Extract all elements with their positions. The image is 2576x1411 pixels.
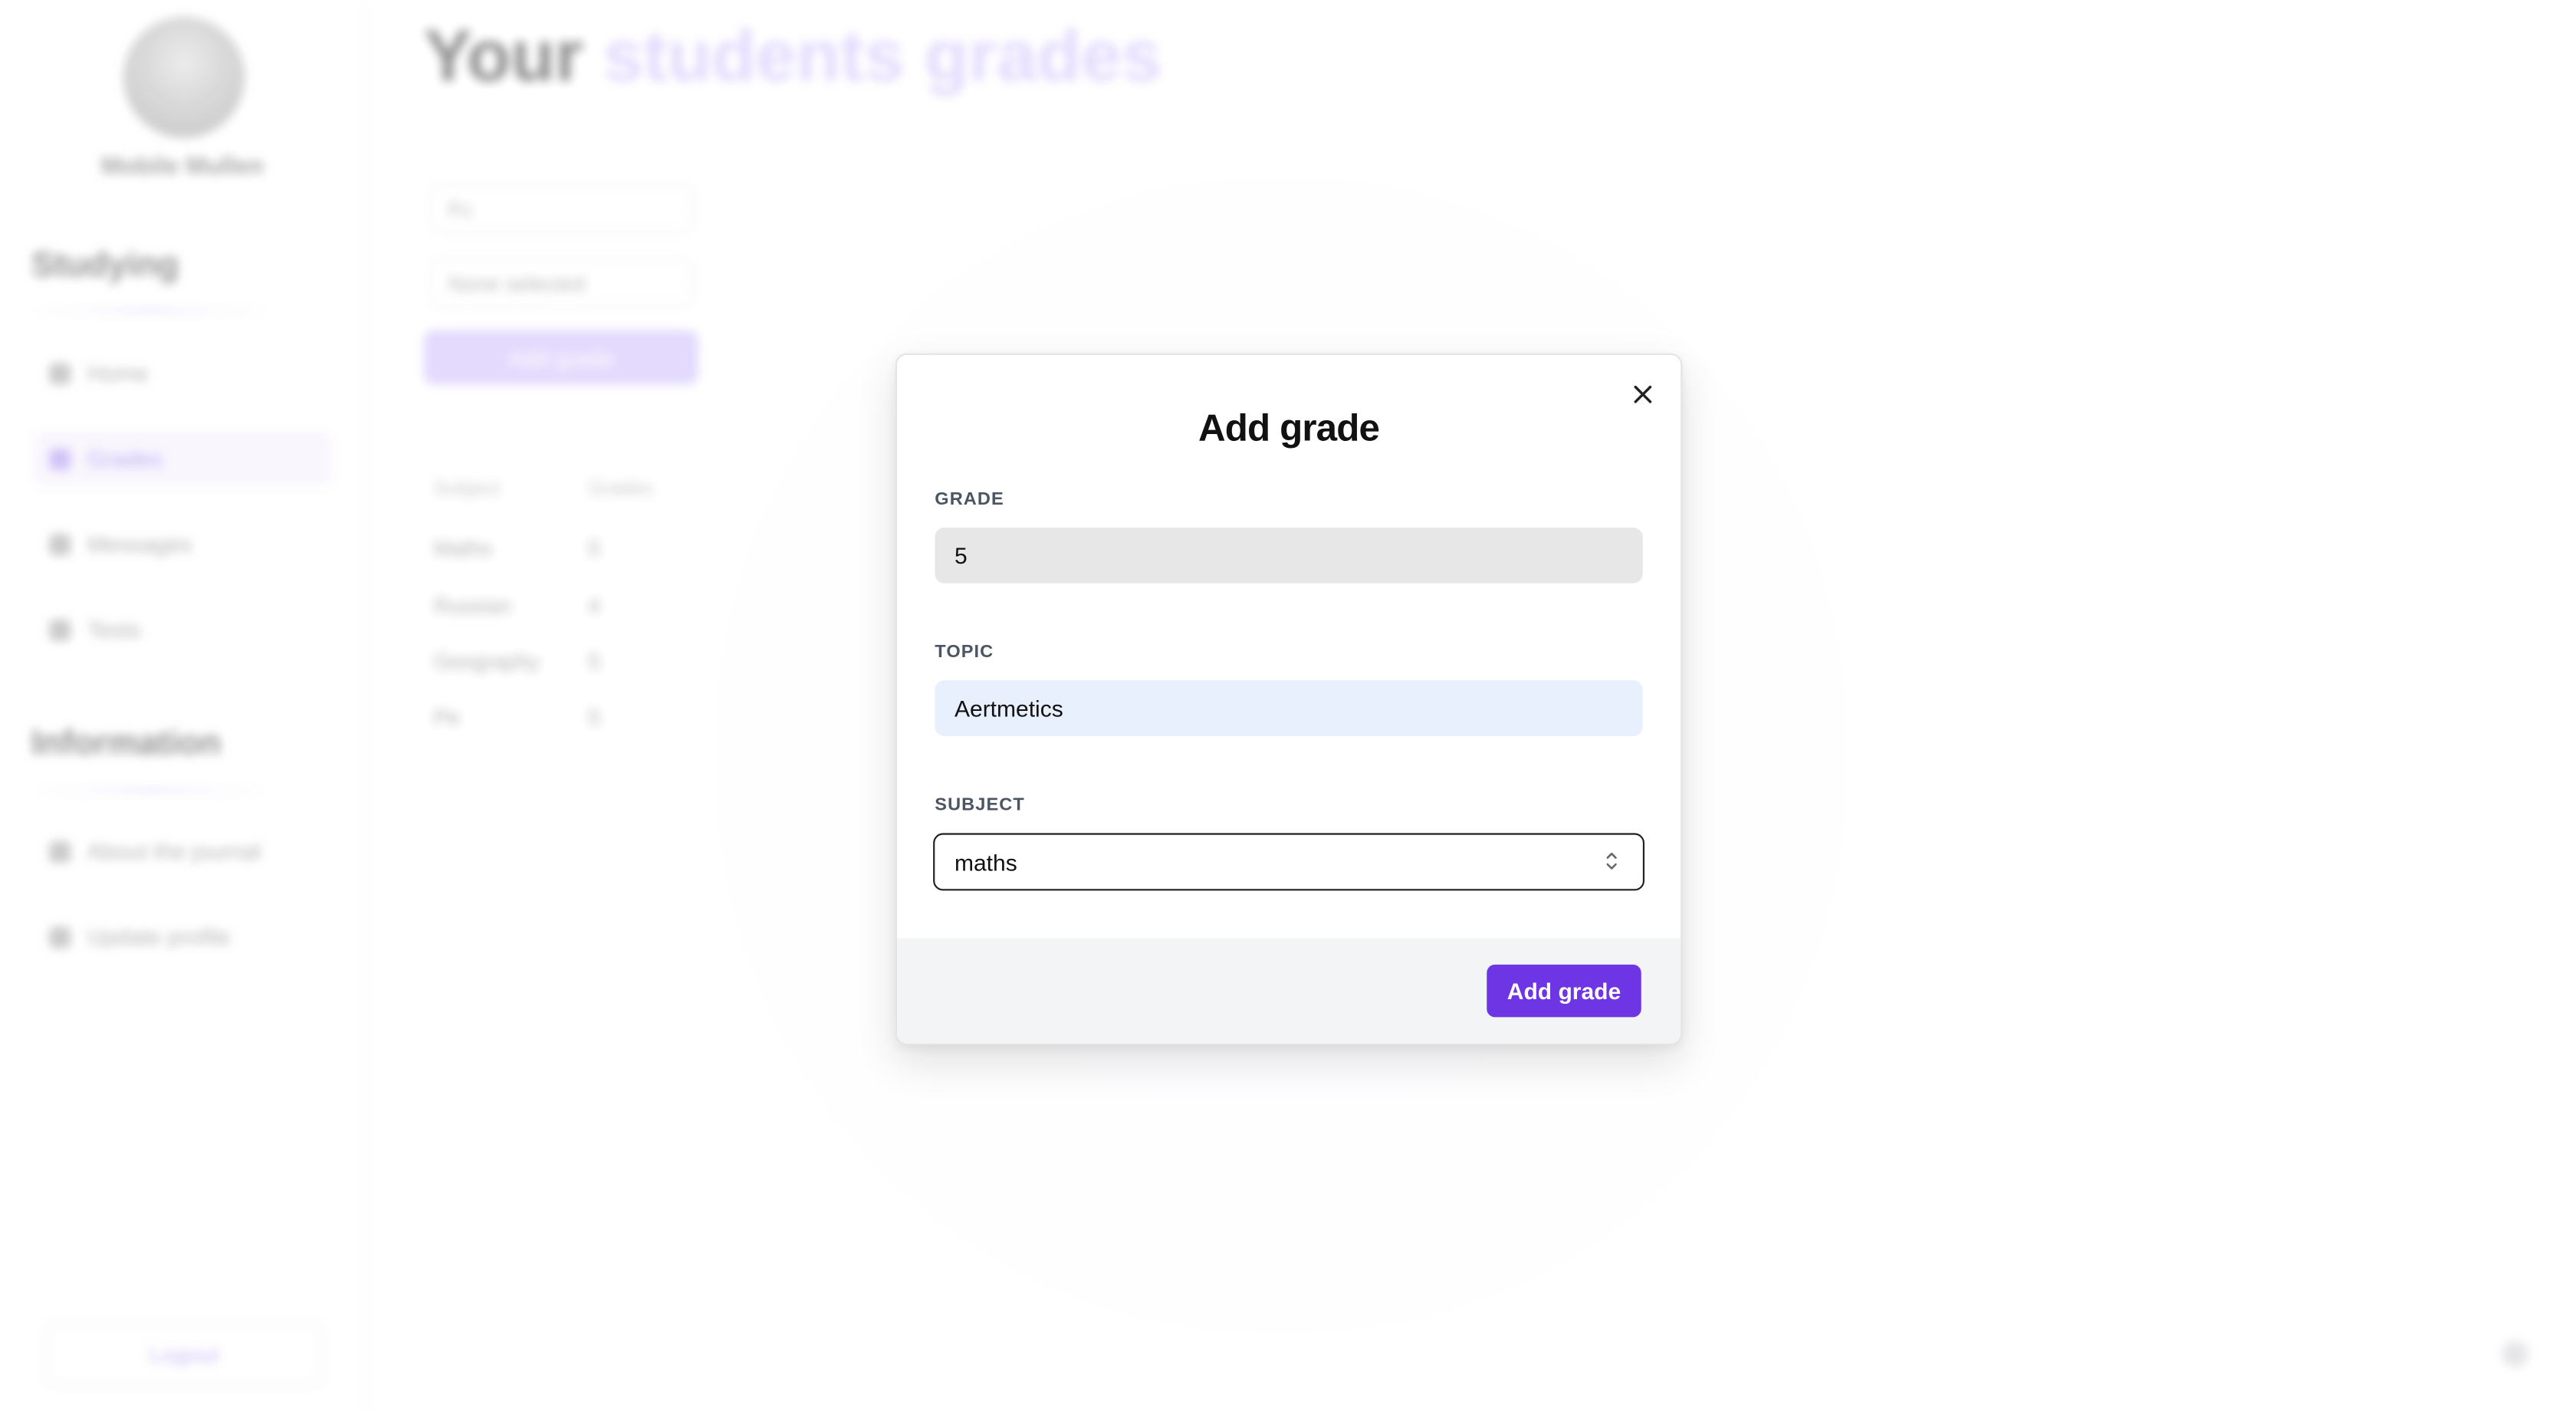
close-icon[interactable] [1628,380,1658,409]
grade-input[interactable] [935,527,1643,584]
modal-title: Add grade [1198,406,1380,449]
subject-label: SUBJECT [935,795,1025,815]
modal-footer: Add grade [897,938,1681,1044]
add-grade-submit-button[interactable]: Add grade [1487,964,1641,1018]
topic-input[interactable] [935,680,1643,736]
chevron-up-down-icon [1603,850,1619,873]
topic-label: TOPIC [935,642,994,663]
subject-select[interactable]: maths [933,833,1644,891]
app-root: Mobile Mullen Studying Home Grades Messa… [0,0,2576,1411]
subject-selected-value: maths [955,848,1017,876]
grade-label: GRADE [935,489,1004,510]
add-grade-modal: Add grade GRADE TOPIC SUBJECT maths Add … [895,353,1683,1045]
